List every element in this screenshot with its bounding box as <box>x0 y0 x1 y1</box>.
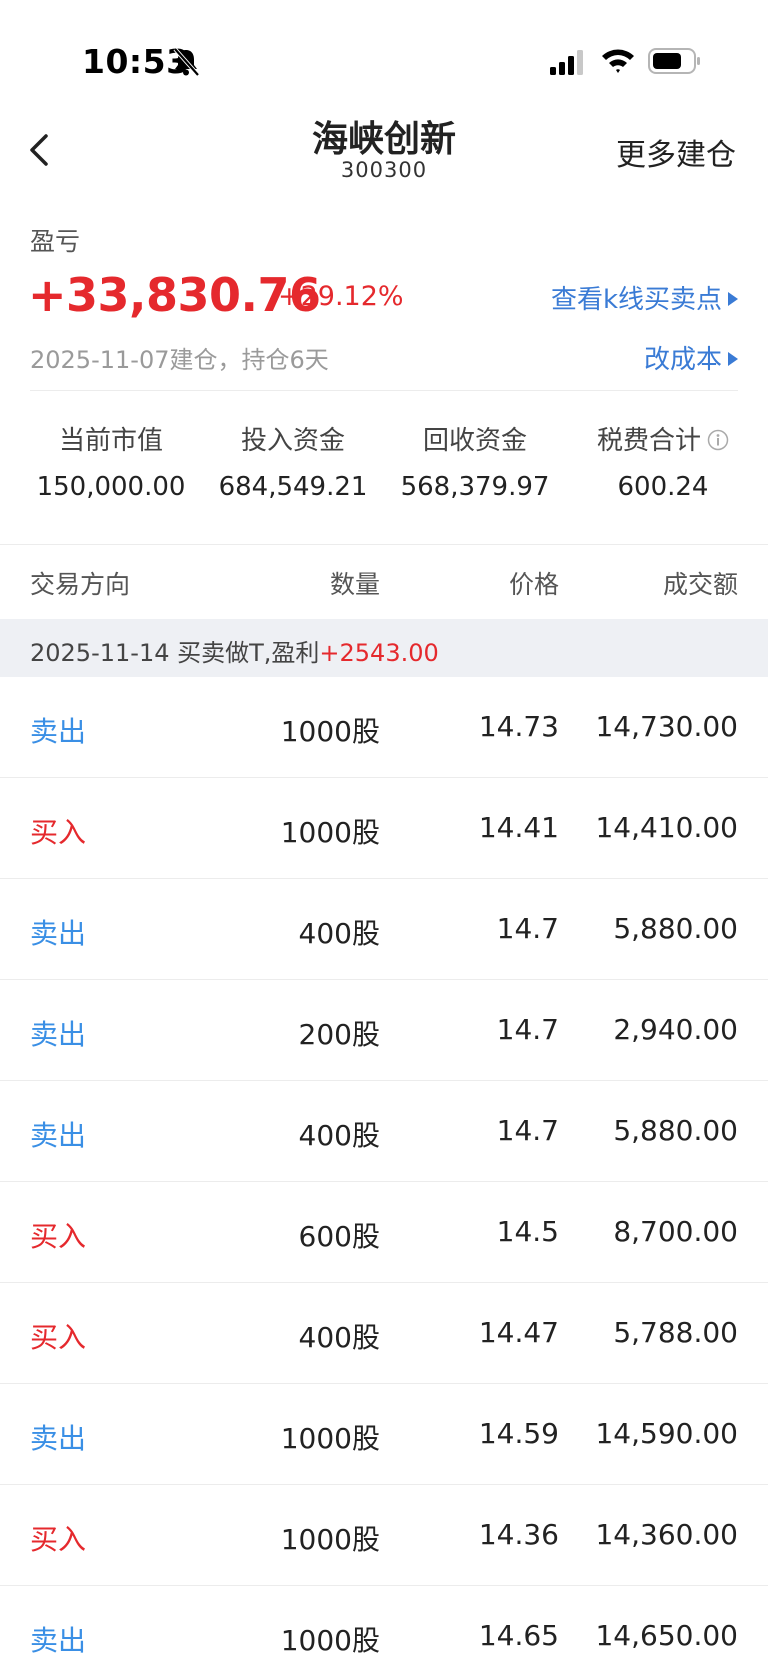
trade-quantity: 1000股 <box>280 1523 380 1556</box>
trade-direction: 买入 <box>30 1220 87 1253</box>
table-header: 交易方向 数量 价格 成交额 <box>0 545 768 619</box>
day-group-desc: 2025-11-14 买卖做T,盈利 <box>30 639 320 667</box>
header-quantity: 数量 <box>329 570 380 599</box>
trade-quantity: 1000股 <box>280 816 380 849</box>
stat-value: 600.24 <box>617 472 709 502</box>
stat-recovered: 回收资金 568,379.97 <box>380 420 570 502</box>
nav-bar: 海峡创新 300300 更多建仓 <box>0 100 768 200</box>
trade-direction: 卖出 <box>30 715 87 748</box>
trade-list: 卖出 1000股 14.73 14,730.00 买入 1000股 14.41 14,410.… <box>0 677 768 1670</box>
table-row[interactable]: 买入 1000股 14.41 14,410.00 <box>0 778 768 879</box>
trade-amount: 14,730.00 <box>595 710 738 743</box>
trade-price: 14.7 <box>496 912 559 945</box>
trade-quantity: 400股 <box>298 1119 380 1152</box>
triangle-right-icon <box>728 291 738 306</box>
trade-price: 14.5 <box>496 1215 559 1248</box>
day-group-text: 2025-11-14 买卖做T,盈利+2543.00 <box>30 633 439 668</box>
trade-price: 14.36 <box>478 1518 559 1551</box>
header-amount: 成交额 <box>662 570 738 599</box>
table-row[interactable]: 卖出 400股 14.7 5,880.00 <box>0 879 768 980</box>
position-build-info: 2025-11-07建仓，持仓6天 <box>30 346 329 374</box>
stat-label: 投入资金 <box>240 426 345 456</box>
stat-value: 684,549.21 <box>218 472 368 502</box>
trade-amount: 14,360.00 <box>595 1518 738 1551</box>
trade-direction: 买入 <box>30 816 87 849</box>
trade-direction: 卖出 <box>30 1624 87 1657</box>
more-positions-button[interactable]: 更多建仓 <box>616 130 736 174</box>
table-row[interactable]: 买入 1000股 14.36 14,360.00 <box>0 1485 768 1586</box>
trade-amount: 14,590.00 <box>595 1417 738 1450</box>
trade-amount: 5,880.00 <box>613 912 738 945</box>
wifi-icon <box>602 49 634 73</box>
stat-value: 150,000.00 <box>36 472 186 502</box>
table-row[interactable]: 卖出 1000股 14.65 14,650.00 <box>0 1586 768 1670</box>
header-direction: 交易方向 <box>30 570 131 599</box>
trade-quantity: 1000股 <box>280 1624 380 1657</box>
header-price: 价格 <box>508 570 559 599</box>
edit-cost-link[interactable]: 改成本 <box>644 339 738 376</box>
day-group-profit: +2543.00 <box>319 639 439 667</box>
trade-quantity: 600股 <box>298 1220 380 1253</box>
info-icon[interactable] <box>707 429 729 451</box>
trade-price: 14.47 <box>478 1316 559 1349</box>
stats-row: 当前市值 150,000.00 投入资金 684,549.21 回收资金 568… <box>0 420 768 510</box>
pnl-percent: +29.12% <box>278 281 404 312</box>
divider <box>30 390 738 391</box>
cellular-signal-icon <box>550 50 583 75</box>
triangle-right-icon <box>728 351 738 366</box>
trade-price: 14.7 <box>496 1114 559 1147</box>
trade-direction: 卖出 <box>30 1422 87 1455</box>
status-bar: 10:53 <box>0 0 768 100</box>
table-row[interactable]: 卖出 200股 14.7 2,940.00 <box>0 980 768 1081</box>
trade-price: 14.59 <box>478 1417 559 1450</box>
trade-quantity: 400股 <box>298 1321 380 1354</box>
stat-label: 回收资金 <box>422 426 527 456</box>
stat-label: 税费合计 <box>568 420 758 460</box>
trade-amount: 14,410.00 <box>595 811 738 844</box>
table-row[interactable]: 买入 600股 14.5 8,700.00 <box>0 1182 768 1283</box>
view-kline-link[interactable]: 查看k线买卖点 <box>551 279 738 316</box>
trade-price: 14.41 <box>478 811 559 844</box>
table-row[interactable]: 卖出 1000股 14.73 14,730.00 <box>0 677 768 778</box>
trade-price: 14.7 <box>496 1013 559 1046</box>
table-row[interactable]: 卖出 400股 14.7 5,880.00 <box>0 1081 768 1182</box>
trade-price: 14.65 <box>478 1619 559 1652</box>
trade-amount: 5,880.00 <box>613 1114 738 1147</box>
pnl-label: 盈亏 <box>30 227 81 256</box>
bell-muted-icon <box>173 47 200 77</box>
stat-market-value: 当前市值 150,000.00 <box>16 420 206 502</box>
trade-amount: 8,700.00 <box>613 1215 738 1248</box>
table-row[interactable]: 买入 400股 14.47 5,788.00 <box>0 1283 768 1384</box>
trade-quantity: 1000股 <box>280 1422 380 1455</box>
stat-label: 当前市值 <box>58 426 163 456</box>
stat-invested: 投入资金 684,549.21 <box>198 420 388 502</box>
trade-price: 14.73 <box>478 710 559 743</box>
trade-direction: 卖出 <box>30 917 87 950</box>
battery-icon <box>648 48 700 74</box>
trade-amount: 2,940.00 <box>613 1013 738 1046</box>
stat-fees-label: 税费合计 <box>596 426 701 456</box>
table-row[interactable]: 卖出 1000股 14.59 14,590.00 <box>0 1384 768 1485</box>
pnl-value: +33,830.76 <box>28 268 321 322</box>
view-kline-label: 查看k线买卖点 <box>550 285 722 315</box>
trade-direction: 买入 <box>30 1523 87 1556</box>
trade-amount: 14,650.00 <box>595 1619 738 1652</box>
trade-amount: 5,788.00 <box>613 1316 738 1349</box>
day-group-header: 2025-11-14 买卖做T,盈利+2543.00 <box>0 619 768 677</box>
trade-direction: 买入 <box>30 1321 87 1354</box>
trade-direction: 卖出 <box>30 1119 87 1152</box>
trade-quantity: 1000股 <box>280 715 380 748</box>
stat-fees: 税费合计 600.24 <box>568 420 758 502</box>
stat-value: 568,379.97 <box>400 472 550 502</box>
trade-quantity: 400股 <box>298 917 380 950</box>
edit-cost-label: 改成本 <box>643 345 722 375</box>
trade-direction: 卖出 <box>30 1018 87 1051</box>
trade-quantity: 200股 <box>298 1018 380 1051</box>
